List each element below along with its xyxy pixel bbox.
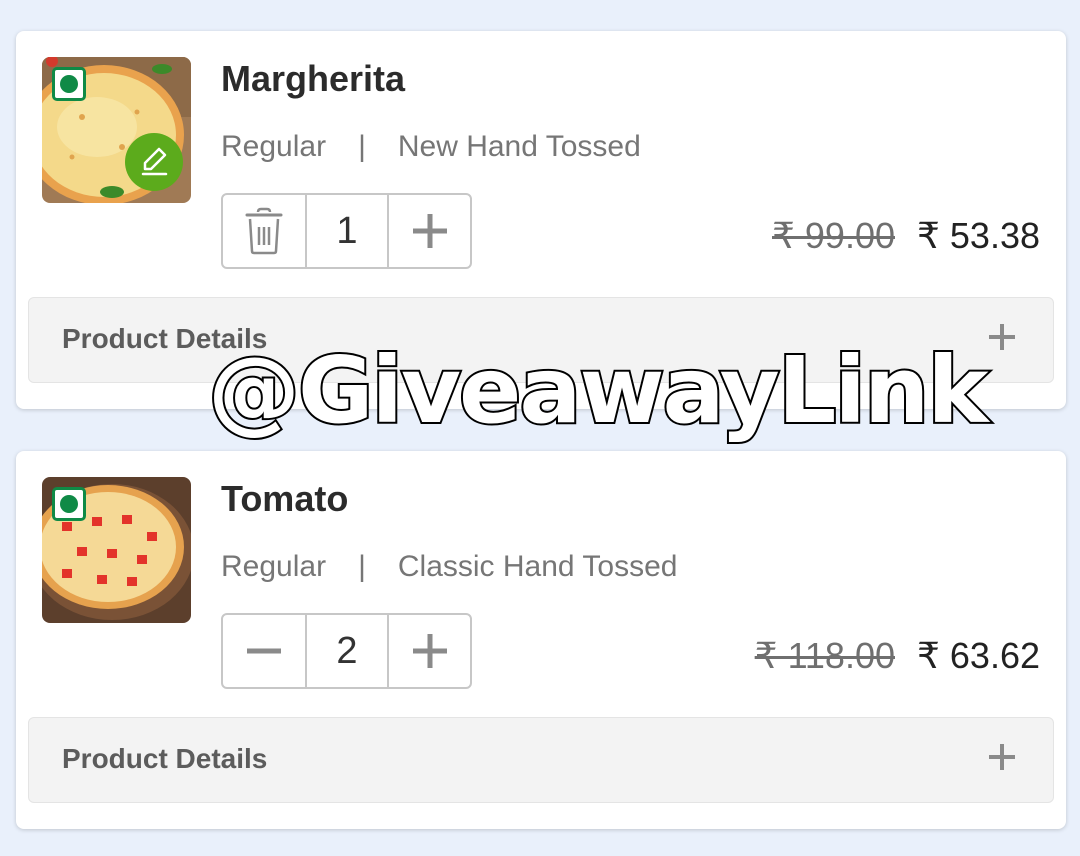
decrease-quantity-button[interactable]	[223, 615, 307, 687]
quantity-stepper: 2	[221, 613, 472, 689]
veg-indicator-icon	[52, 487, 86, 521]
price-group: ₹ 118.00 ₹ 63.62	[755, 635, 1040, 677]
size-label: Regular	[221, 550, 327, 583]
veg-indicator-icon	[52, 67, 86, 101]
quantity-stepper: 1	[221, 193, 472, 269]
edit-icon[interactable]	[125, 133, 183, 191]
increase-quantity-button[interactable]	[389, 615, 470, 687]
discounted-price: ₹ 63.62	[917, 635, 1040, 676]
product-name: Margherita	[221, 58, 406, 99]
size-label: Regular	[221, 130, 327, 163]
original-price: ₹ 99.00	[772, 215, 895, 256]
plus-icon	[412, 634, 447, 668]
expand-plus-icon	[987, 322, 1017, 357]
trash-icon	[245, 207, 283, 255]
variant-separator: |	[358, 550, 366, 583]
original-price: ₹ 118.00	[754, 635, 895, 676]
product-name: Tomato	[221, 478, 349, 519]
increase-quantity-button[interactable]	[389, 195, 470, 267]
minus-icon	[247, 648, 281, 654]
cart-item-card: Tomato Regular | Classic Hand Tossed 2 ₹ 1…	[16, 451, 1066, 829]
product-details-accordion[interactable]: Product Details	[28, 717, 1054, 803]
price-group: ₹ 99.00 ₹ 53.38	[772, 215, 1040, 257]
quantity-value: 1	[307, 195, 389, 267]
plus-icon	[412, 214, 447, 248]
crust-label: New Hand Tossed	[397, 130, 641, 163]
variant-separator: |	[358, 130, 366, 163]
product-details-label: Product Details	[62, 743, 268, 774]
discounted-price: ₹ 53.38	[917, 215, 1040, 256]
watermark-text: @GiveawayLink	[206, 337, 991, 444]
quantity-value: 2	[307, 615, 389, 687]
crust-label: Classic Hand Tossed	[397, 550, 678, 583]
product-variant: Regular | Classic Hand Tossed	[221, 550, 677, 584]
product-variant: Regular | New Hand Tossed	[221, 130, 641, 164]
remove-item-button[interactable]	[223, 195, 307, 267]
expand-plus-icon	[987, 742, 1017, 777]
